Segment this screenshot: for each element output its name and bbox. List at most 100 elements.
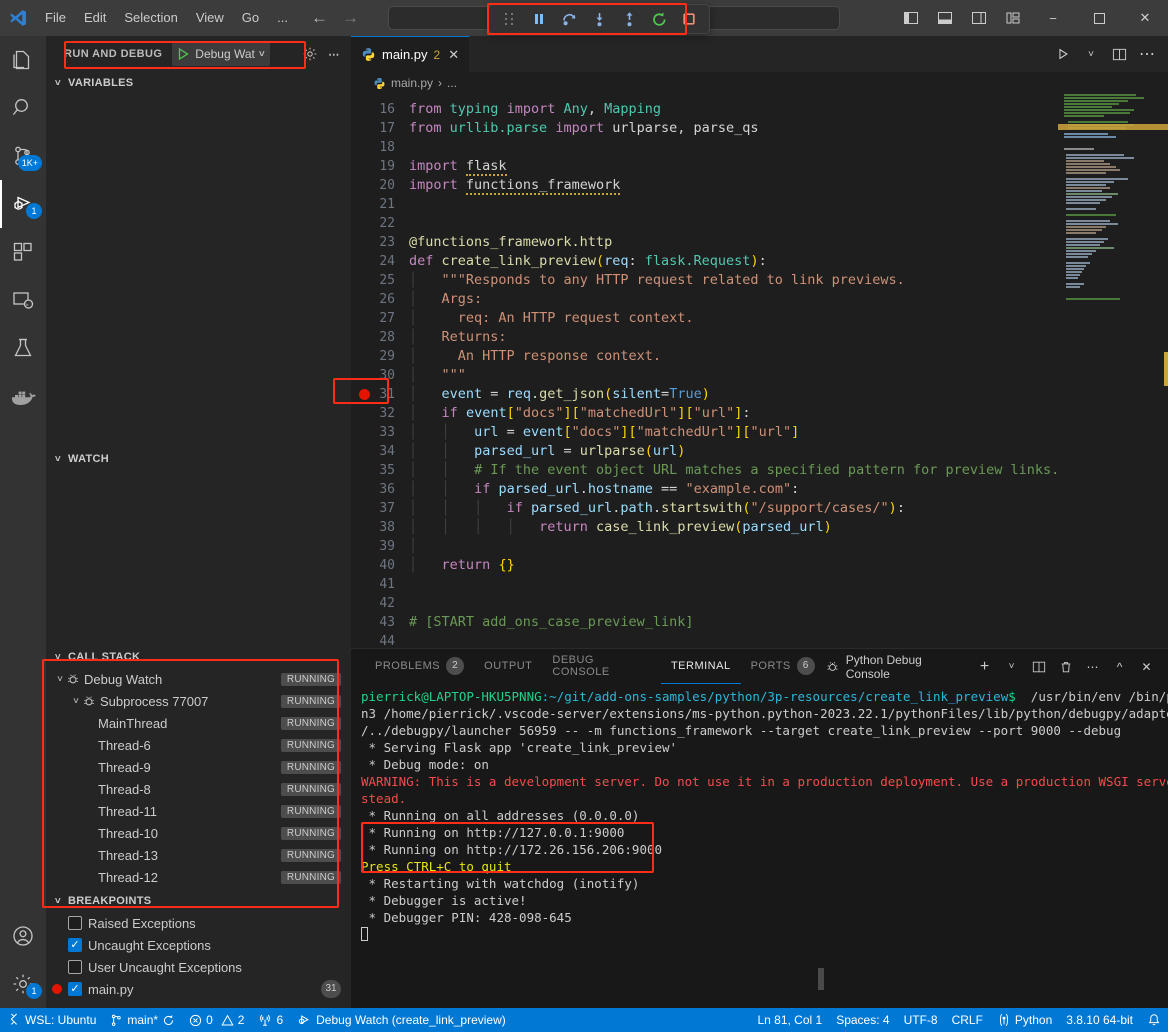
minimap-scroll-slider[interactable] xyxy=(1164,352,1168,386)
code-line[interactable]: │ │ │ │ return case_link_preview(parsed_… xyxy=(409,518,1058,537)
code-line[interactable] xyxy=(409,138,1058,157)
breakpoint-row[interactable]: Raised Exceptions xyxy=(46,912,351,934)
open-launch-json-gear-icon[interactable] xyxy=(299,43,321,65)
status-python-version[interactable]: 3.8.10 64-bit xyxy=(1059,1008,1140,1032)
activitybar-item-explorer[interactable] xyxy=(0,36,46,84)
breakpoint-row[interactable]: Uncaught Exceptions xyxy=(46,934,351,956)
code-editor[interactable]: 1617181920212223242526272829303132333435… xyxy=(351,94,1168,648)
status-bar-right[interactable]: Ln 81, Col 1 Spaces: 4 UTF-8 CRLF Python… xyxy=(750,1008,1168,1032)
terminal-scrollbar-thumb[interactable] xyxy=(818,968,824,990)
menu-selection[interactable]: Selection xyxy=(115,0,186,36)
status-ports[interactable]: 6 xyxy=(251,1008,290,1032)
line-number[interactable]: 33 xyxy=(351,423,409,442)
code-line[interactable]: import functions_framework xyxy=(409,176,1058,195)
line-number[interactable]: 23 xyxy=(351,233,409,252)
activitybar-item-source-control[interactable]: 1K+ xyxy=(0,132,46,180)
panel-tab-output[interactable]: OUTPUT xyxy=(474,649,542,684)
activity-bar[interactable]: 1K+ 1 >_ xyxy=(0,36,46,1008)
terminal-output[interactable]: pierrick@LAPTOP-HKU5PNNG:~/git/add-ons-s… xyxy=(351,684,1168,1008)
close-panel-icon[interactable]: ✕ xyxy=(1135,655,1158,679)
breakpoint-checkbox[interactable] xyxy=(68,982,82,996)
code-line[interactable] xyxy=(409,575,1058,594)
watch-pane-header[interactable]: ˅ WATCH xyxy=(46,448,351,470)
code-line[interactable]: │ │ url = event["docs"]["matchedUrl"]["u… xyxy=(409,423,1058,442)
toggle-panel-icon[interactable] xyxy=(928,0,962,36)
breadcrumb[interactable]: main.py › ... xyxy=(351,72,1168,94)
line-number[interactable]: 41 xyxy=(351,575,409,594)
panel-tab-problems[interactable]: PROBLEMS2 xyxy=(365,649,474,684)
code-line[interactable]: │ Returns: xyxy=(409,328,1058,347)
maximize-panel-icon[interactable]: ^ xyxy=(1108,655,1131,679)
activitybar-item-accounts[interactable] xyxy=(0,912,46,960)
code-line[interactable]: │ """Responds to any HTTP request relate… xyxy=(409,271,1058,290)
editor-more-actions-icon[interactable]: ⋯ xyxy=(1134,41,1160,67)
code-line[interactable]: │ │ │ if parsed_url.path.startswith("/su… xyxy=(409,499,1058,518)
close-icon[interactable]: ✕ xyxy=(448,47,459,63)
menu-more[interactable]: ... xyxy=(268,0,297,36)
status-cursor-position[interactable]: Ln 81, Col 1 xyxy=(750,1008,829,1032)
activitybar-item-docker[interactable] xyxy=(0,372,46,420)
code-line[interactable]: │ """ xyxy=(409,366,1058,385)
line-number[interactable]: 37 xyxy=(351,499,409,518)
minimize-button[interactable]: − xyxy=(1030,0,1076,36)
line-number[interactable]: 38 xyxy=(351,518,409,537)
breakpoint-checkbox[interactable] xyxy=(68,938,82,952)
line-number[interactable]: 42 xyxy=(351,594,409,613)
panel-tab-debug-console[interactable]: DEBUG CONSOLE xyxy=(542,649,661,684)
active-terminal-name[interactable]: Python Debug Console xyxy=(825,653,963,681)
callstack-row[interactable]: Thread-10RUNNING xyxy=(46,822,351,844)
panel-actions[interactable]: Python Debug Console+˅⋯^✕ xyxy=(825,653,1168,681)
code-line[interactable]: def create_link_preview(req: flask.Reque… xyxy=(409,252,1058,271)
code-line[interactable]: │ event = req.get_json(silent=True) xyxy=(409,385,1058,404)
breadcrumb-symbol[interactable]: ... xyxy=(447,76,457,90)
line-number[interactable]: 27 xyxy=(351,309,409,328)
chevron-down-icon[interactable]: ˅ xyxy=(70,696,82,707)
callstack-row[interactable]: Thread-6RUNNING xyxy=(46,734,351,756)
callstack-row[interactable]: Thread-11RUNNING xyxy=(46,800,351,822)
line-number[interactable]: 29 xyxy=(351,347,409,366)
menu-go[interactable]: Go xyxy=(233,0,268,36)
line-number-gutter[interactable]: 1617181920212223242526272829303132333435… xyxy=(351,94,409,648)
code-line[interactable] xyxy=(409,632,1058,648)
sync-icon[interactable] xyxy=(162,1014,175,1027)
terminal-cursor[interactable] xyxy=(361,926,1168,943)
customize-layout-icon[interactable] xyxy=(996,0,1030,36)
code-line[interactable]: │ xyxy=(409,537,1058,556)
line-number[interactable]: 24 xyxy=(351,252,409,271)
line-number[interactable]: 21 xyxy=(351,195,409,214)
split-terminal-icon[interactable] xyxy=(1027,655,1050,679)
breakpoints-pane-header[interactable]: ˅ BREAKPOINTS xyxy=(46,890,351,912)
navigation-arrows[interactable]: ← → xyxy=(311,8,359,28)
activitybar-item-manage-settings[interactable]: 1 xyxy=(0,960,46,1008)
toggle-secondary-sidebar-icon[interactable] xyxy=(962,0,996,36)
code-line[interactable]: │ │ parsed_url = urlparse(url) xyxy=(409,442,1058,461)
code-content[interactable]: from typing import Any, Mappingfrom urll… xyxy=(409,94,1058,648)
pause-button[interactable] xyxy=(525,7,553,31)
code-line[interactable]: │ │ if parsed_url.hostname == "example.c… xyxy=(409,480,1058,499)
panel-tab-terminal[interactable]: TERMINAL xyxy=(661,649,741,684)
line-number[interactable]: 19 xyxy=(351,157,409,176)
panel-tab-bar[interactable]: PROBLEMS2OUTPUTDEBUG CONSOLETERMINALPORT… xyxy=(351,649,1168,684)
code-line[interactable]: @functions_framework.http xyxy=(409,233,1058,252)
callstack-row[interactable]: Thread-12RUNNING xyxy=(46,866,351,888)
callstack-row[interactable]: MainThreadRUNNING xyxy=(46,712,351,734)
status-git-branch[interactable]: main* xyxy=(103,1008,182,1032)
line-number[interactable]: 25 xyxy=(351,271,409,290)
debug-configuration-select[interactable]: Debug Wat ˅ xyxy=(172,42,270,66)
go-back-icon[interactable]: ← xyxy=(311,8,328,28)
activitybar-item-remote-explorer[interactable]: >_ xyxy=(0,276,46,324)
close-button[interactable]: ✕ xyxy=(1122,0,1168,36)
variables-pane-header[interactable]: ˅ VARIABLES xyxy=(46,72,351,94)
callstack-row[interactable]: Thread-13RUNNING xyxy=(46,844,351,866)
window-actions[interactable]: − ✕ xyxy=(894,0,1168,36)
code-line[interactable]: from urllib.parse import urlparse, parse… xyxy=(409,119,1058,138)
activitybar-item-run-and-debug[interactable]: 1 xyxy=(0,180,46,228)
sidebar-header-actions[interactable]: ⋯ xyxy=(299,43,345,65)
line-number[interactable]: 43 xyxy=(351,613,409,632)
code-line[interactable]: │ if event["docs"]["matchedUrl"]["url"]: xyxy=(409,404,1058,423)
callstack-row[interactable]: ˅Subprocess 77007RUNNING xyxy=(46,690,351,712)
line-number[interactable]: 40 xyxy=(351,556,409,575)
callstack-row[interactable]: Thread-8RUNNING xyxy=(46,778,351,800)
status-bar[interactable]: WSL: Ubuntu main* 0 2 6 Debug Watch (cre… xyxy=(0,1008,1168,1032)
status-indentation[interactable]: Spaces: 4 xyxy=(829,1008,896,1032)
